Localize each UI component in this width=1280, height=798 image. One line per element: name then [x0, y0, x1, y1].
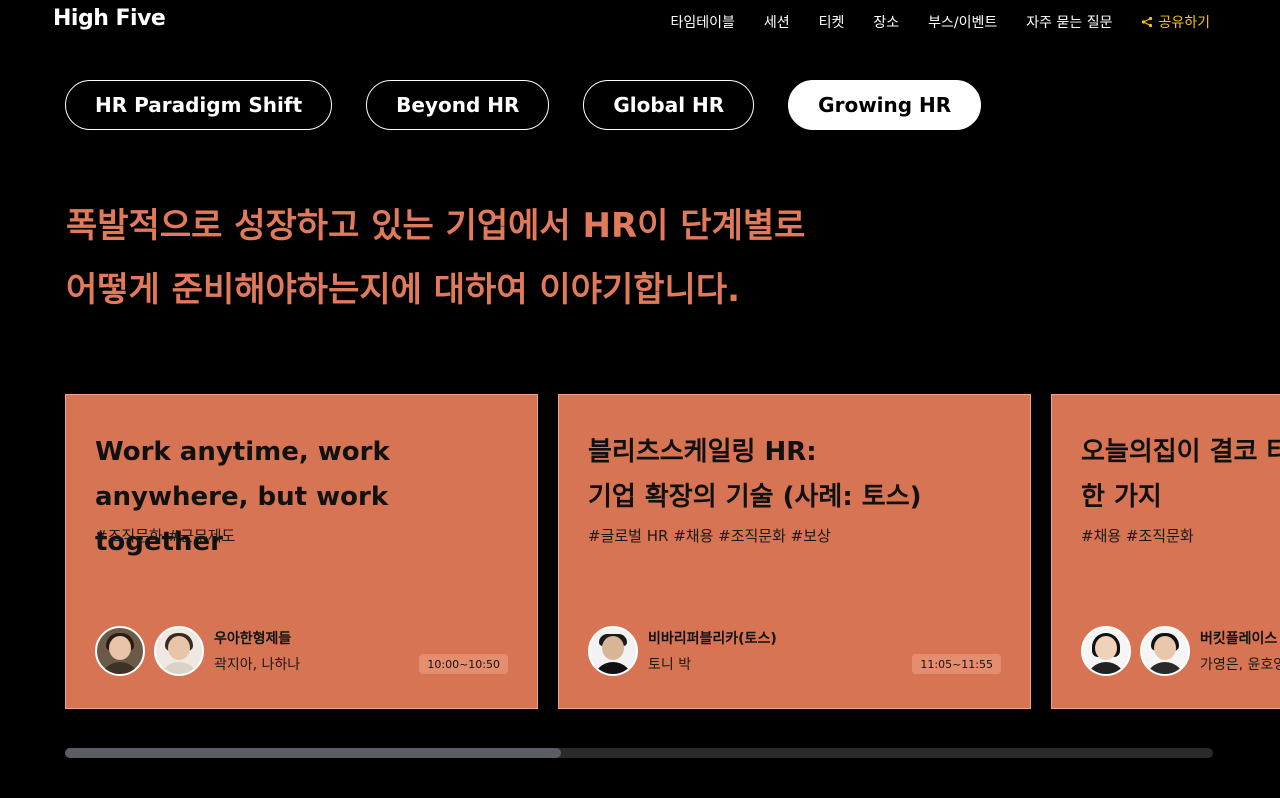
session-tags: #채용 #조직문화 — [1081, 527, 1194, 545]
tab-global-hr[interactable]: Global HR — [583, 80, 755, 130]
speaker-avatar — [1081, 626, 1131, 676]
speaker-organization: 우아한형제들 — [214, 631, 292, 647]
session-time-badge: 10:00~10:50 — [419, 654, 508, 674]
speaker-info: 비바리퍼블리카(토스) 토니 박 — [648, 628, 777, 674]
track-tabs: HR Paradigm Shift Beyond HR Global HR Gr… — [65, 80, 1015, 130]
carousel-scrollbar-thumb[interactable] — [65, 748, 561, 758]
speaker-names: 곽지아, 나하나 — [214, 657, 301, 673]
top-navigation-bar: High Five 타임테이블 세션 티켓 장소 부스/이벤트 자주 묻는 질문… — [0, 0, 1280, 44]
speaker-group: 버킷플레이스 가영은, 윤호영 — [1081, 626, 1280, 676]
carousel-scrollbar[interactable] — [65, 748, 1213, 758]
tab-beyond-hr[interactable]: Beyond HR — [366, 80, 550, 130]
session-time-badge: 11:05~11:55 — [912, 654, 1001, 674]
session-card[interactable]: 블리츠스케일링 HR: 기업 확장의 기술 (사례: 토스) #글로벌 HR #… — [558, 394, 1031, 709]
tab-hr-paradigm-shift[interactable]: HR Paradigm Shift — [65, 80, 333, 130]
site-logo[interactable]: High Five — [53, 6, 166, 31]
track-description-line-1: 폭발적으로 성장하고 있는 기업에서 HR이 단계별로 — [66, 206, 806, 246]
session-title-line-2: anywhere, but work together — [95, 482, 389, 557]
speaker-avatar — [154, 626, 204, 676]
nav-item-tickets[interactable]: 티켓 — [819, 12, 845, 32]
speaker-names: 토니 박 — [648, 657, 692, 673]
share-button[interactable]: 공유하기 — [1141, 12, 1210, 32]
speaker-avatar — [1140, 626, 1190, 676]
speaker-group: 우아한형제들 곽지아, 나하나 — [95, 626, 300, 676]
session-title: 오늘의집이 결코 타 한 가지 — [1081, 430, 1280, 520]
session-title-line-2: 기업 확장의 기술 (사례: 토스) — [588, 482, 922, 512]
nav-item-timetable[interactable]: 타임테이블 — [670, 12, 734, 32]
session-title: 블리츠스케일링 HR: 기업 확장의 기술 (사례: 토스) — [588, 430, 1008, 520]
session-card[interactable]: Work anytime, work anywhere, but work to… — [65, 394, 538, 709]
session-title-line-1: Work anytime, work — [95, 437, 390, 467]
speaker-info: 우아한형제들 곽지아, 나하나 — [214, 628, 300, 674]
speaker-organization: 비바리퍼블리카(토스) — [648, 631, 777, 647]
main-nav: 타임테이블 세션 티켓 장소 부스/이벤트 자주 묻는 질문 공유하기 — [641, 12, 1210, 32]
session-title-line-1: 블리츠스케일링 HR: — [588, 437, 817, 467]
speaker-names: 가영은, 윤호영 — [1200, 657, 1280, 673]
session-card[interactable]: 오늘의집이 결코 타 한 가지 #채용 #조직문화 버킷플레이스 가영은, 윤호… — [1051, 394, 1280, 709]
speaker-avatar — [588, 626, 638, 676]
nav-item-venue[interactable]: 장소 — [873, 12, 899, 32]
tab-growing-hr[interactable]: Growing HR — [788, 80, 982, 130]
speaker-avatar — [95, 626, 145, 676]
nav-item-sessions[interactable]: 세션 — [764, 12, 790, 32]
speaker-info: 버킷플레이스 가영은, 윤호영 — [1200, 628, 1280, 674]
session-title-line-1: 오늘의집이 결코 타 — [1081, 437, 1280, 467]
session-tags: #글로벌 HR #채용 #조직문화 #보상 — [588, 527, 831, 545]
share-icon — [1142, 16, 1153, 28]
nav-item-booth-events[interactable]: 부스/이벤트 — [928, 12, 997, 32]
track-description: 폭발적으로 성장하고 있는 기업에서 HR이 단계별로 어떻게 준비해야하는지에… — [66, 194, 1066, 322]
session-title-line-2: 한 가지 — [1081, 482, 1162, 512]
share-label: 공유하기 — [1158, 15, 1210, 31]
track-description-line-2: 어떻게 준비해야하는지에 대하여 이야기합니다. — [66, 270, 741, 310]
session-carousel: Work anytime, work anywhere, but work to… — [65, 394, 1280, 709]
nav-item-faq[interactable]: 자주 묻는 질문 — [1026, 12, 1112, 32]
speaker-organization: 버킷플레이스 — [1200, 631, 1278, 647]
session-tags: #조직문화 #근무제도 — [95, 527, 236, 545]
speaker-group: 비바리퍼블리카(토스) 토니 박 — [588, 626, 777, 676]
